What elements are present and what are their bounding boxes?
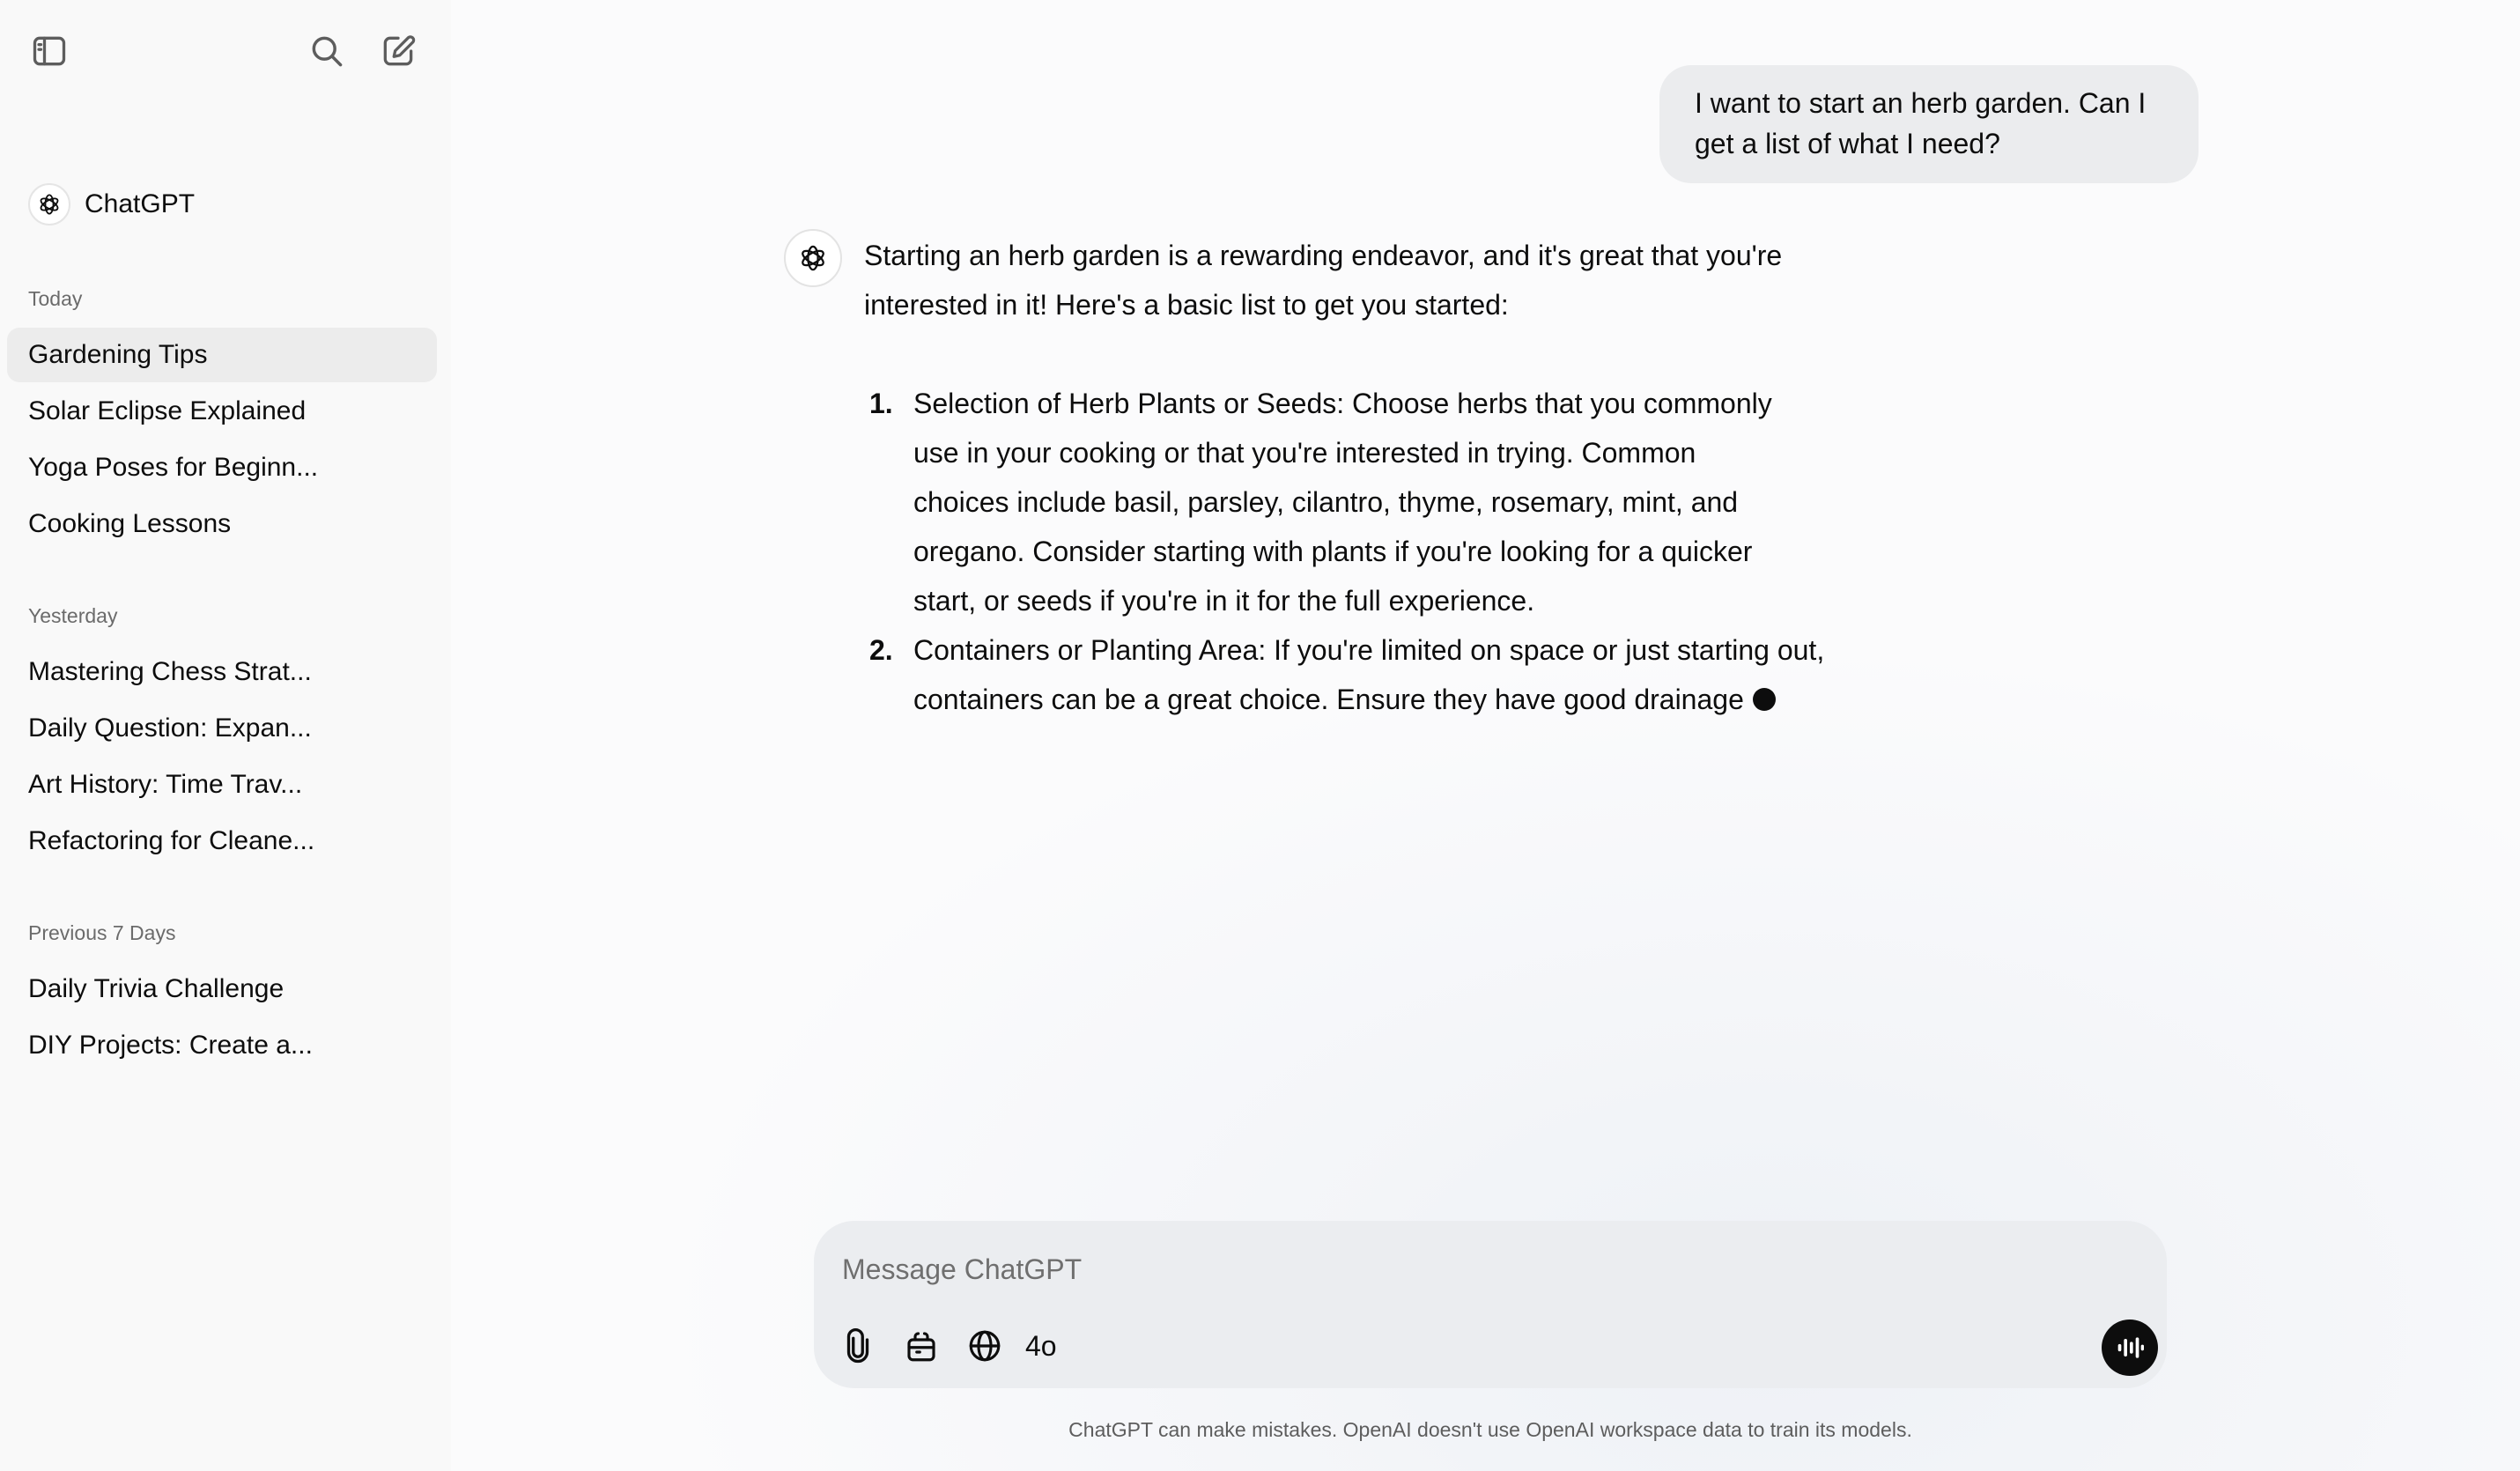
history-item-solar-eclipse[interactable]: Solar Eclipse Explained — [7, 384, 437, 439]
history-item-art-history[interactable]: Art History: Time Trav... — [7, 758, 437, 812]
list-item-number: 2. — [869, 634, 893, 666]
history-group-yesterday: Yesterday — [28, 604, 118, 627]
history-item-refactoring[interactable]: Refactoring for Cleane... — [7, 814, 437, 869]
message-composer: 4o — [814, 1221, 2167, 1388]
assistant-avatar-icon — [784, 229, 842, 287]
message-input[interactable] — [842, 1242, 2128, 1297]
history-item-cooking-lessons[interactable]: Cooking Lessons — [7, 497, 437, 551]
history-item-diy-projects[interactable]: DIY Projects: Create a... — [7, 1018, 437, 1073]
user-message-bubble: I want to start an herb garden. Can I ge… — [1659, 65, 2199, 183]
history-item-daily-question[interactable]: Daily Question: Expan... — [7, 701, 437, 756]
streaming-cursor-icon — [1752, 688, 1776, 711]
history-item-gardening-tips[interactable]: Gardening Tips — [7, 328, 437, 382]
assistant-list: 1. Selection of Herb Plants or Seeds: Ch… — [864, 379, 1877, 724]
sidebar: ChatGPT Today Gardening Tips Solar Eclip… — [0, 0, 451, 1471]
tools-icon[interactable] — [895, 1319, 948, 1372]
history-group-previous-7-days: Previous 7 Days — [28, 921, 176, 944]
openai-logo-icon — [28, 183, 70, 225]
voice-mode-button[interactable] — [2102, 1319, 2158, 1376]
brand-name: ChatGPT — [85, 189, 196, 218]
assistant-intro: Starting an herb garden is a rewarding e… — [864, 240, 1783, 321]
voice-waveform-icon — [2117, 1337, 2144, 1358]
model-selector[interactable]: 4o — [1018, 1319, 1064, 1372]
list-item: 1. Selection of Herb Plants or Seeds: Ch… — [864, 379, 1798, 625]
list-item-text: Containers or Planting Area: If you're l… — [913, 634, 1825, 715]
history-group-today: Today — [28, 287, 83, 310]
new-chat-icon[interactable] — [373, 26, 423, 76]
history-item-chess[interactable]: Mastering Chess Strat... — [7, 645, 437, 699]
history-item-yoga-poses[interactable]: Yoga Poses for Beginn... — [7, 440, 437, 495]
search-icon[interactable] — [302, 26, 351, 76]
list-item: 2. Containers or Planting Area: If you'r… — [864, 625, 1877, 724]
chat-main: I want to start an herb garden. Can I ge… — [451, 0, 2520, 1471]
list-item-number: 1. — [869, 388, 893, 419]
globe-icon[interactable] — [958, 1319, 1011, 1372]
chatgpt-brand-item[interactable]: ChatGPT — [16, 176, 435, 233]
sidebar-toggle-icon[interactable] — [25, 26, 74, 76]
app-window: ChatGPT Today Gardening Tips Solar Eclip… — [0, 0, 2520, 1471]
paperclip-icon[interactable] — [831, 1319, 884, 1372]
assistant-message: Starting an herb garden is a rewarding e… — [864, 231, 1877, 724]
list-item-text: Selection of Herb Plants or Seeds: Choos… — [913, 388, 1772, 617]
history-item-daily-trivia[interactable]: Daily Trivia Challenge — [7, 962, 437, 1016]
footer-disclaimer: ChatGPT can make mistakes. OpenAI doesn'… — [1068, 1418, 1912, 1441]
